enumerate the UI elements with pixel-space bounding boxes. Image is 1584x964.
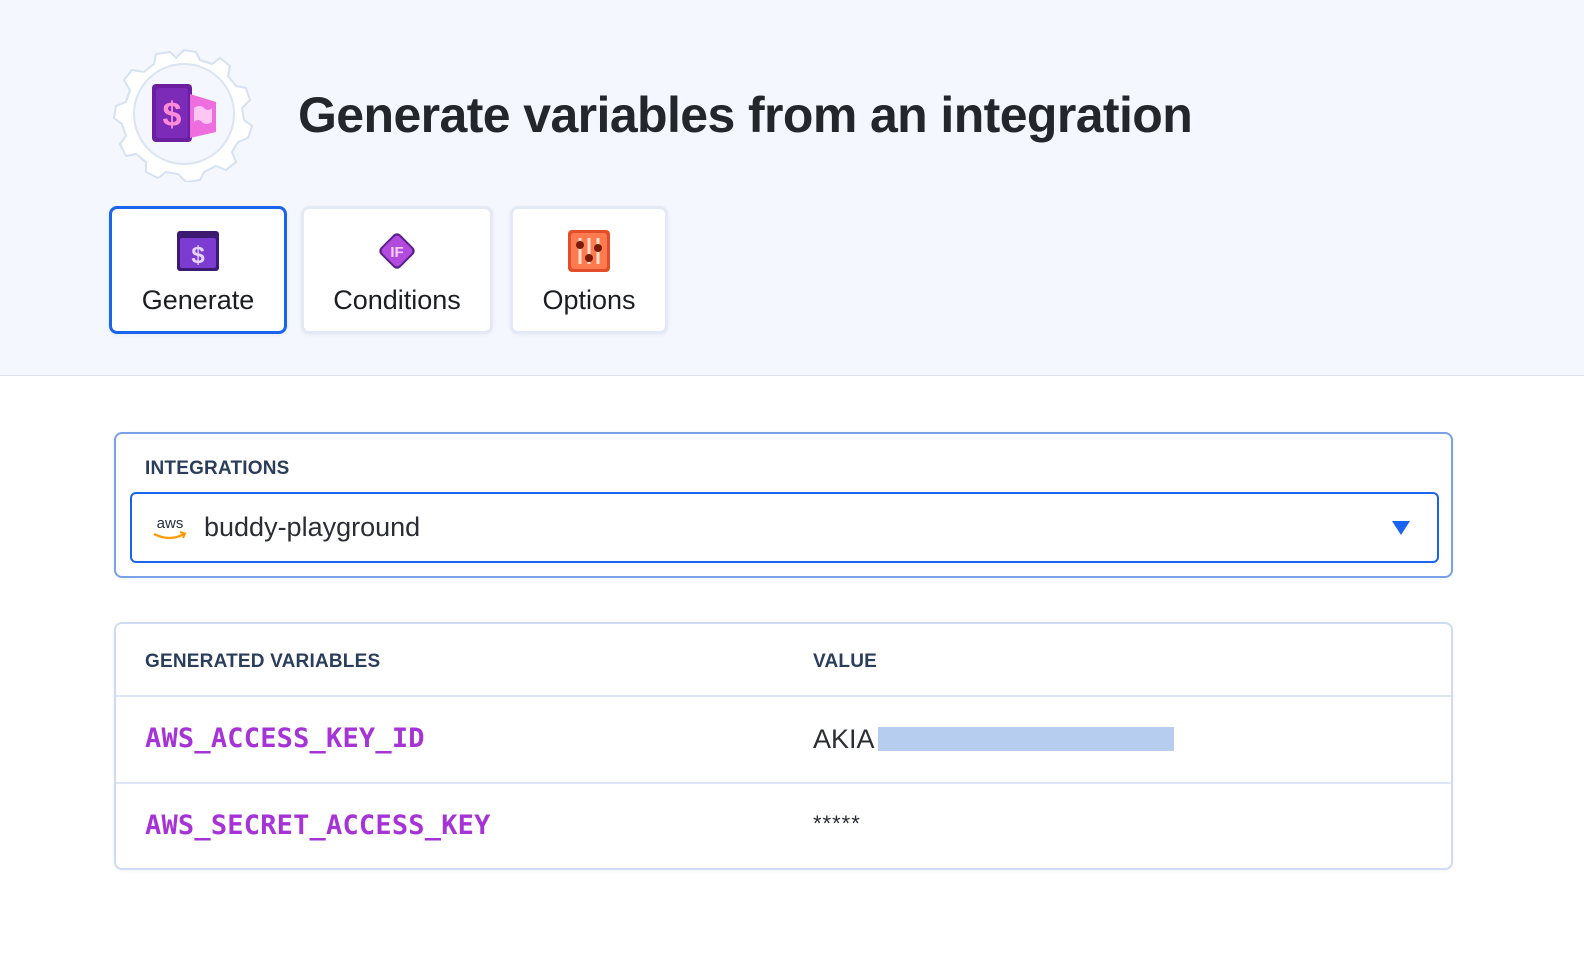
page-title: Generate variables from an integration xyxy=(298,87,1193,143)
tab-generate-label: Generate xyxy=(141,285,255,315)
variable-value: AKIA xyxy=(813,724,875,754)
tab-conditions-label: Conditions xyxy=(333,285,461,315)
tab-conditions[interactable]: IF Conditions xyxy=(301,206,493,334)
integration-select-value: buddy-playground xyxy=(204,512,421,542)
tab-options[interactable]: Options xyxy=(510,206,668,334)
generated-variables-table: GENERATED VARIABLES VALUE AWS_ACCESS_KEY… xyxy=(114,622,1453,870)
variable-name: AWS_ACCESS_KEY_ID xyxy=(145,723,425,754)
column-header-value: VALUE xyxy=(813,651,877,672)
masked-value: ***** xyxy=(813,811,861,836)
tab-generate[interactable]: $ Generate xyxy=(109,206,287,334)
integrations-card: INTEGRATIONS aws buddy-playground xyxy=(114,432,1453,578)
header-area: $ Generate variables from an integration… xyxy=(0,0,1584,376)
column-header-variables: GENERATED VARIABLES xyxy=(145,651,381,672)
sliders-icon xyxy=(568,230,610,272)
table-header: GENERATED VARIABLES VALUE xyxy=(116,624,1451,697)
variable-name: AWS_SECRET_ACCESS_KEY xyxy=(145,810,491,841)
aws-logo-icon: aws xyxy=(153,515,187,540)
if-diamond-icon: IF xyxy=(379,233,415,269)
svg-text:$: $ xyxy=(191,242,205,269)
svg-text:IF: IF xyxy=(390,244,403,261)
redacted-value-bar xyxy=(878,727,1174,751)
integrations-label: INTEGRATIONS xyxy=(145,458,290,479)
tab-options-label: Options xyxy=(542,285,636,315)
table-row: AWS_SECRET_ACCESS_KEY ***** xyxy=(116,784,1451,871)
action-gear-dollar-icon: $ xyxy=(112,48,254,182)
dollar-window-icon: $ xyxy=(177,231,219,271)
table-row: AWS_ACCESS_KEY_ID AKIA xyxy=(116,697,1451,784)
integration-select[interactable]: aws buddy-playground xyxy=(130,492,1439,563)
svg-text:$: $ xyxy=(163,96,182,134)
chevron-down-icon xyxy=(1392,521,1410,535)
svg-text:aws: aws xyxy=(157,515,184,532)
